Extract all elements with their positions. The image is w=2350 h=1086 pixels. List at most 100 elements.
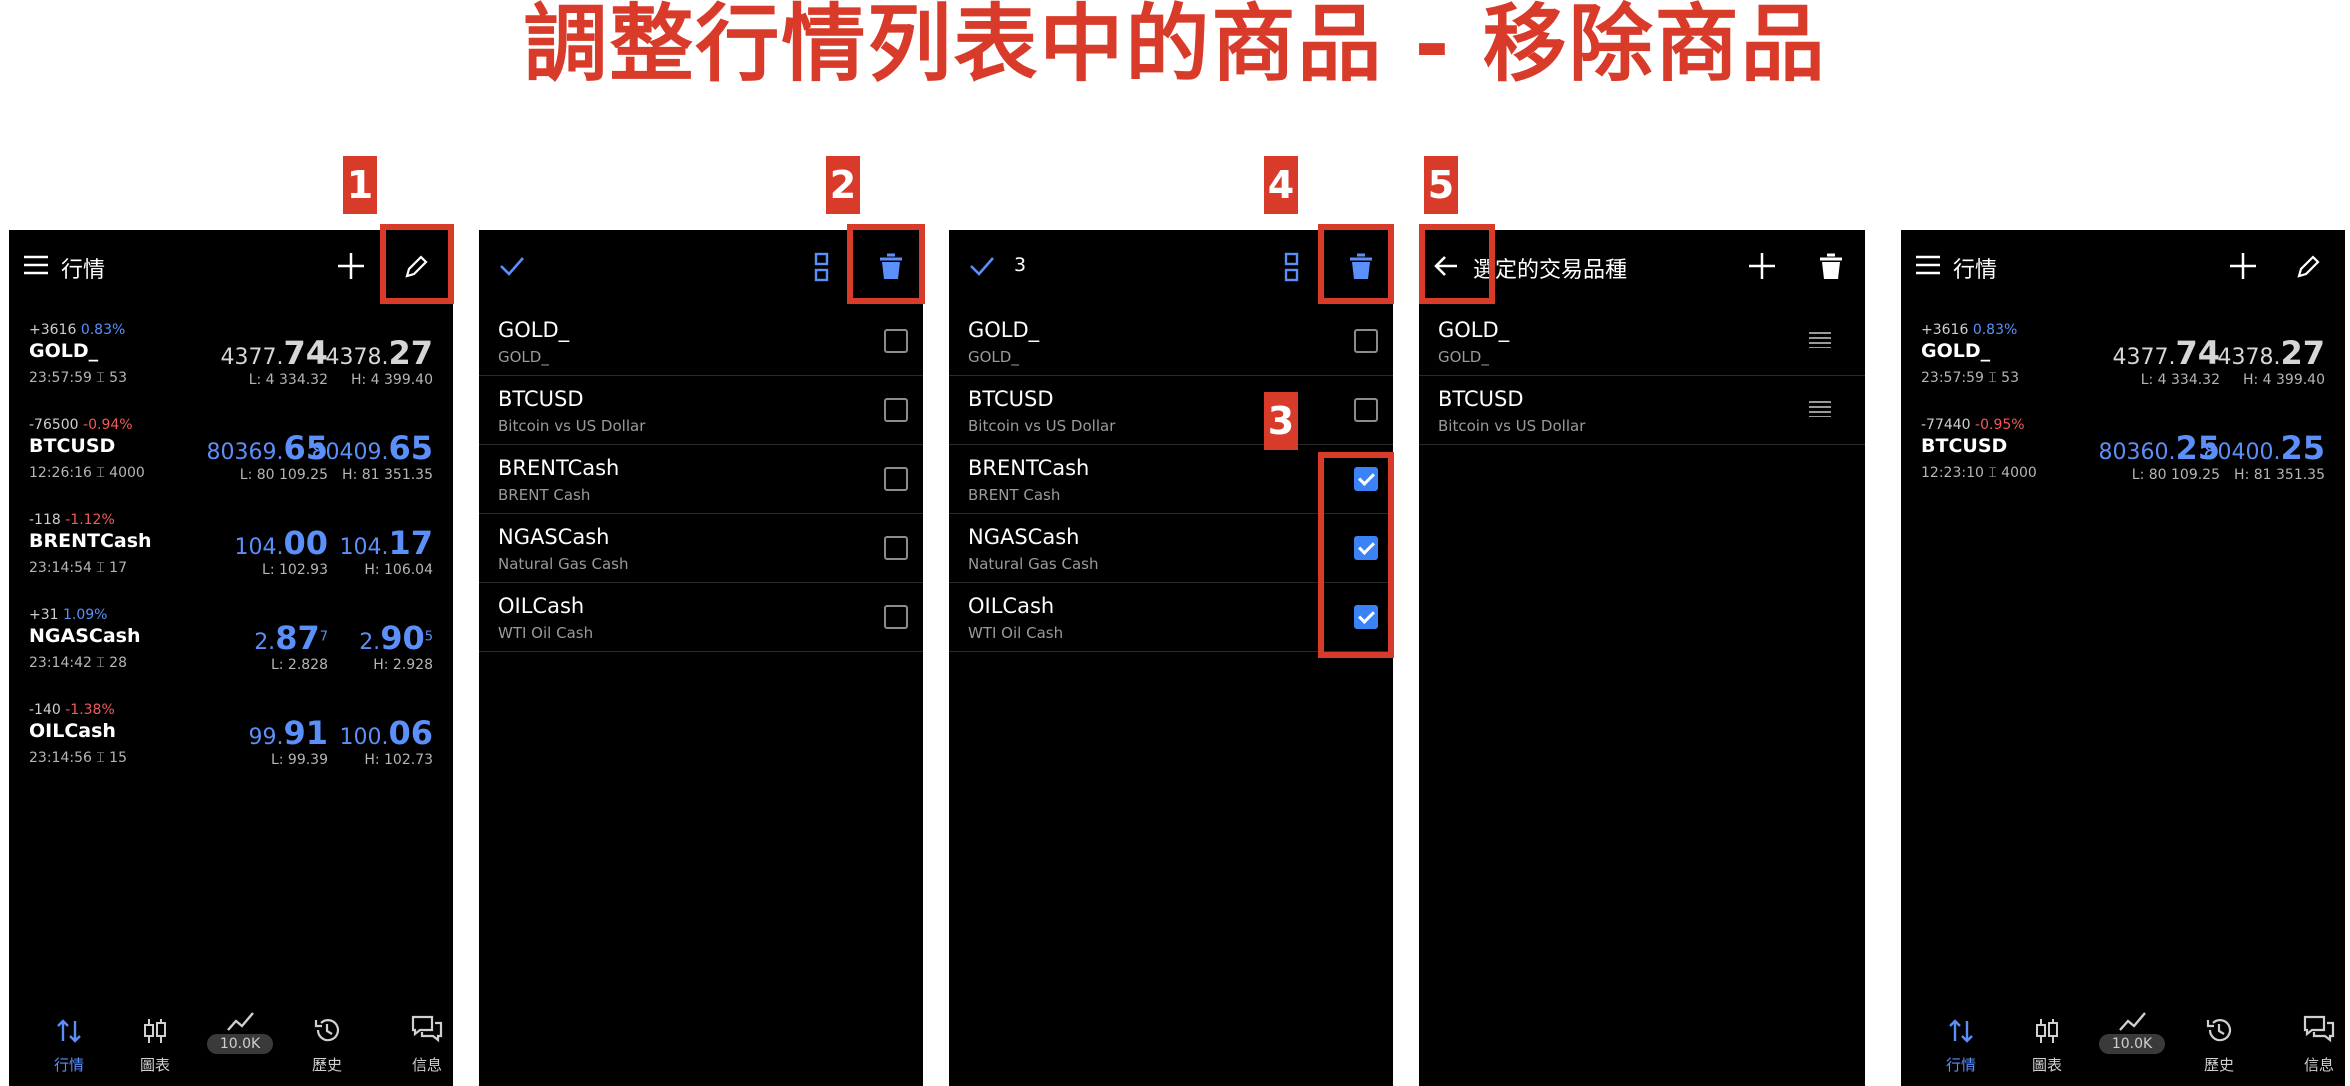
symbol-row[interactable]: BTCUSD Bitcoin vs US Dollar [479, 375, 923, 445]
menu-icon[interactable] [1915, 254, 1941, 276]
nav-history[interactable]: 歷史 [2189, 996, 2249, 1074]
checkbox-unchecked[interactable] [884, 536, 908, 560]
day-low: L: 102.93 [262, 562, 328, 578]
quote-row[interactable]: -76500 -0.94% BTCUSD 12:26:16 ⌶ 4000 80369.… [9, 407, 453, 502]
quote-row[interactable]: -77440 -0.95% BTCUSD 12:23:10 ⌶ 4000 80360.… [1901, 407, 2345, 502]
quote-time-spread: 12:26:16 ⌶ 4000 [29, 465, 145, 481]
day-low: L: 4 334.32 [2140, 372, 2220, 388]
step-label-3: 3 [1264, 392, 1298, 450]
bid-price: 80369.65 [206, 429, 328, 467]
day-low: L: 99.39 [270, 752, 328, 768]
nav-messages[interactable]: 信息 [2289, 996, 2345, 1074]
checkbox-unchecked[interactable] [884, 467, 908, 491]
pencil-icon[interactable] [2295, 254, 2321, 280]
symbol-row[interactable]: GOLD_ GOLD_ [949, 306, 1393, 376]
nav-history[interactable]: 歷史 [297, 996, 357, 1074]
trend-line-icon [227, 1012, 254, 1031]
symbol-name: GOLD_ [498, 318, 570, 342]
checkbox-unchecked[interactable] [884, 605, 908, 629]
quote-time-spread: 23:57:59 ⌶ 53 [29, 370, 127, 386]
highlight-delete-button [847, 224, 925, 304]
select-all-icon[interactable] [814, 252, 830, 282]
symbol-name: BTCUSD [29, 435, 116, 457]
quote-row[interactable]: -118 -1.12% BRENTCash 23:14:54 ⌶ 17 104.00 1… [9, 502, 453, 597]
highlight-edit-button [380, 224, 454, 304]
quote-row[interactable]: +3616 0.83% GOLD_ 23:57:59 ⌶ 53 4377.74 4378… [9, 312, 453, 407]
bid-price: 104.00 [234, 524, 328, 562]
nav-trade[interactable]: 10.0K [2099, 996, 2165, 1054]
nav-chart[interactable]: 圖表 [2017, 996, 2077, 1074]
menu-icon[interactable] [23, 254, 49, 276]
day-high: H: 2.928 [373, 657, 433, 673]
symbol-name: GOLD_ [968, 318, 1040, 342]
candlestick-icon [2036, 1019, 2058, 1043]
symbol-description: Bitcoin vs US Dollar [498, 417, 646, 435]
symbol-row[interactable]: NGASCash Natural Gas Cash [479, 513, 923, 583]
symbol-row[interactable]: GOLD_ GOLD_ [1419, 306, 1865, 376]
symbol-name: BRENTCash [29, 530, 152, 552]
step-label-1: 1 [343, 156, 377, 214]
drag-handle-icon[interactable] [1809, 401, 1831, 417]
symbol-description: Natural Gas Cash [968, 555, 1099, 573]
symbol-description: BRENT Cash [498, 486, 591, 504]
symbol-name: NGASCash [498, 525, 610, 549]
ask-price: 104.17 [339, 524, 433, 562]
selected-title: 選定的交易品種 [1473, 258, 1628, 283]
daily-change: -77440 -0.95% [1921, 417, 2025, 433]
symbol-row[interactable]: GOLD_ GOLD_ [479, 306, 923, 376]
change-percent: -1.38% [65, 702, 115, 718]
add-icon[interactable] [2229, 252, 2257, 280]
quote-time-spread: 23:14:56 ⌶ 15 [29, 750, 127, 766]
nav-quotes[interactable]: 行情 [39, 996, 99, 1074]
add-icon[interactable] [1748, 252, 1776, 280]
edit-symbols-selected-screen: 3 GOLD_ GOLD_ BTCUSD Bitcoin vs US Dollar BR… [949, 230, 1393, 1086]
step-label-4: 4 [1264, 156, 1298, 214]
highlight-back-button [1419, 224, 1495, 304]
checkbox-unchecked[interactable] [1354, 398, 1378, 422]
change-points: +31 [29, 607, 59, 623]
symbol-row[interactable]: OILCash WTI Oil Cash [479, 582, 923, 652]
checkbox-unchecked[interactable] [1354, 329, 1378, 353]
drag-handle-icon[interactable] [1809, 332, 1831, 348]
symbol-description: WTI Oil Cash [968, 624, 1064, 642]
quote-time-spread: 12:23:10 ⌶ 4000 [1921, 465, 2037, 481]
change-percent: 1.09% [63, 607, 108, 623]
highlight-selected-checkboxes [1318, 452, 1394, 658]
add-icon[interactable] [337, 252, 365, 280]
change-points: -77440 [1921, 417, 1971, 433]
quote-row[interactable]: +31 1.09% NGASCash 23:14:42 ⌶ 28 2.877 2.905… [9, 597, 453, 692]
candlestick-icon [144, 1019, 166, 1043]
trash-icon[interactable] [1818, 251, 1844, 281]
quotes-screen-before: 行情 +3616 0.83% GOLD_ 23:57:59 ⌶ 53 4377.74 4… [9, 230, 453, 1086]
ask-price: 2.905 [359, 619, 433, 657]
nav-chart[interactable]: 圖表 [125, 996, 185, 1074]
trend-line-icon [2119, 1012, 2146, 1031]
symbol-row[interactable]: BTCUSD Bitcoin vs US Dollar [1419, 375, 1865, 445]
check-done-icon[interactable] [969, 256, 995, 276]
symbol-row[interactable]: BTCUSD Bitcoin vs US Dollar [949, 375, 1393, 445]
quote-time-spread: 23:14:54 ⌶ 17 [29, 560, 127, 576]
daily-change: +3616 0.83% [29, 322, 125, 338]
day-low: L: 80 109.25 [239, 467, 328, 483]
change-points: +3616 [29, 322, 77, 338]
checkbox-unchecked[interactable] [884, 398, 908, 422]
quote-row[interactable]: -140 -1.38% OILCash 23:14:56 ⌶ 15 99.91 100.… [9, 692, 453, 787]
checkbox-unchecked[interactable] [884, 329, 908, 353]
symbol-name: GOLD_ [1438, 318, 1510, 342]
select-all-icon[interactable] [1284, 252, 1300, 282]
symbol-row[interactable]: BRENTCash BRENT Cash [479, 444, 923, 514]
trade-volume-badge: 10.0K [2099, 1034, 2165, 1054]
check-done-icon[interactable] [499, 256, 525, 276]
nav-messages[interactable]: 信息 [397, 996, 453, 1074]
selected-count: 3 [1014, 254, 1027, 276]
day-low: L: 2.828 [270, 657, 328, 673]
daily-change: +3616 0.83% [1921, 322, 2017, 338]
symbol-name: BTCUSD [968, 387, 1054, 411]
day-high: H: 81 351.35 [2234, 467, 2325, 483]
nav-trade[interactable]: 10.0K [207, 996, 273, 1054]
page-title: 調整行情列表中的商品 - 移除商品 [523, 0, 1827, 93]
quote-row[interactable]: +3616 0.83% GOLD_ 23:57:59 ⌶ 53 4377.74 4378… [1901, 312, 2345, 407]
nav-quotes[interactable]: 行情 [1931, 996, 1991, 1074]
ask-price: 80409.65 [311, 429, 433, 467]
history-clock-icon [314, 1019, 340, 1042]
